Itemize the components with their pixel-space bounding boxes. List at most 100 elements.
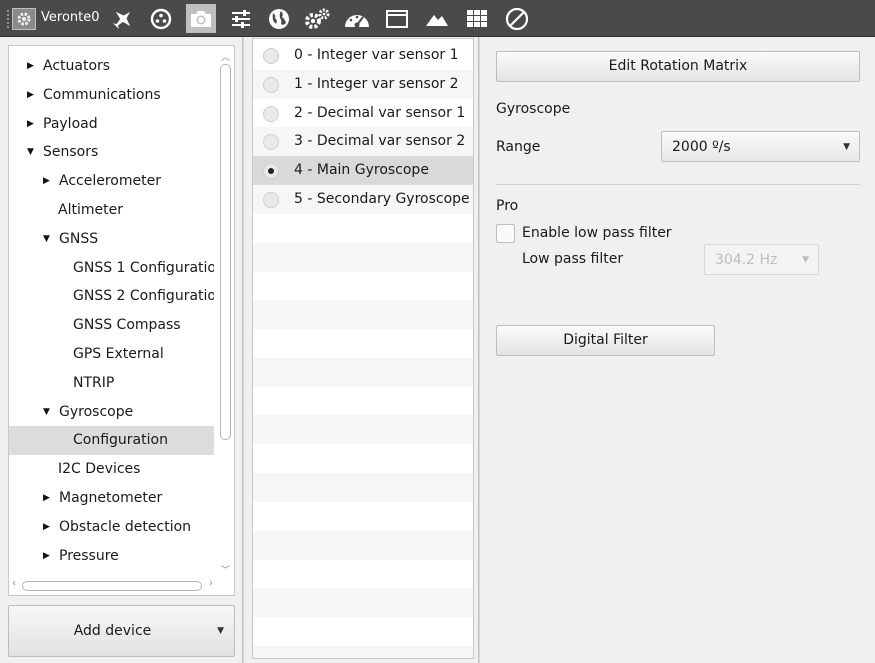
- tree-item-label: Actuators: [43, 58, 111, 74]
- tree-item[interactable]: Configuration: [9, 426, 214, 456]
- radio-button[interactable]: [263, 163, 279, 180]
- tree-item-label: GNSS Compass: [73, 317, 181, 334]
- digital-filter-button[interactable]: Digital Filter: [496, 325, 715, 356]
- tree-item[interactable]: ▼ Sensors: [9, 138, 214, 167]
- tree-item[interactable]: GNSS Compass: [9, 311, 214, 340]
- low-pass-filter-label: Low pass filter: [522, 251, 624, 267]
- pro-label: Pro: [496, 198, 519, 214]
- radio-button[interactable]: [263, 76, 279, 93]
- camera-icon[interactable]: [186, 4, 216, 33]
- tree-item[interactable]: GNSS 2 Configuration: [9, 282, 214, 311]
- empty-list-row: [253, 502, 473, 531]
- sensor-list-item[interactable]: 4 - Main Gyroscope: [253, 156, 473, 186]
- tree-item-label: GPS External: [73, 346, 164, 362]
- panel-splitter[interactable]: [478, 37, 480, 663]
- collapsed-arrow-icon[interactable]: ▶: [43, 542, 50, 571]
- sensor-list-item[interactable]: 0 - Integer var sensor 1: [253, 41, 473, 70]
- tree-item[interactable]: ▶ Payload: [9, 110, 214, 139]
- tree-item[interactable]: NTRIP: [9, 369, 214, 398]
- tree-item[interactable]: ▶ Obstacle detection: [9, 513, 214, 542]
- collapsed-arrow-icon[interactable]: ▶: [27, 110, 34, 139]
- tree-vertical-scrollbar[interactable]: ︿ ﹀: [218, 48, 233, 578]
- expanded-arrow-icon[interactable]: ▼: [43, 225, 50, 254]
- tree-item-label: Accelerometer: [59, 173, 161, 190]
- range-select[interactable]: 2000 º/s ▼: [661, 131, 860, 162]
- add-device-button[interactable]: Add device ▼: [8, 605, 235, 657]
- tree-item[interactable]: GNSS 1 Configuration: [9, 254, 214, 283]
- empty-list-row: [253, 214, 473, 243]
- enable-low-pass-label[interactable]: Enable low pass filter: [522, 225, 672, 241]
- empty-list-row: [253, 645, 473, 658]
- sensor-item-label: 2 - Decimal var sensor 1: [294, 104, 466, 121]
- sensor-list-item[interactable]: 3 - Decimal var sensor 2: [253, 127, 473, 157]
- tree-item-label: GNSS 1 Configuration: [73, 259, 214, 276]
- empty-list-row: [253, 271, 473, 300]
- radio-button[interactable]: [263, 105, 279, 122]
- range-value: 2000 º/s: [672, 139, 731, 155]
- tree-item-label: Obstacle detection: [59, 518, 192, 535]
- low-pass-filter-value: 304.2 Hz: [715, 252, 778, 268]
- terrain-icon[interactable]: [422, 4, 452, 33]
- tree-item-label: Pressure: [59, 547, 119, 564]
- panel-splitter[interactable]: [242, 37, 244, 663]
- tree-horizontal-scrollbar[interactable]: ‹ ›: [10, 578, 215, 594]
- scroll-up-icon[interactable]: ︿: [221, 50, 230, 63]
- radio-button[interactable]: [263, 192, 279, 208]
- globe-icon[interactable]: [264, 4, 294, 33]
- scrollbar-thumb[interactable]: [22, 581, 202, 591]
- enable-low-pass-checkbox[interactable]: [496, 224, 515, 243]
- tree-item[interactable]: ▶ Actuators: [9, 52, 214, 81]
- window-icon[interactable]: [382, 4, 412, 33]
- sensor-item-label: 4 - Main Gyroscope: [294, 162, 429, 179]
- forbidden-icon[interactable]: [502, 4, 532, 33]
- tree-item[interactable]: ▼ GNSS: [9, 225, 214, 254]
- chevron-down-icon[interactable]: ▼: [217, 626, 224, 636]
- scrollbar-thumb[interactable]: [220, 64, 231, 440]
- tree-item[interactable]: ▶ Communications: [9, 81, 214, 110]
- tree-item[interactable]: ▶ Accelerometer: [9, 167, 214, 196]
- device-name[interactable]: Veronte0: [41, 10, 100, 25]
- empty-list-row: [253, 530, 473, 560]
- joystick-icon[interactable]: [146, 4, 176, 33]
- empty-list-row: [253, 300, 473, 330]
- expanded-arrow-icon[interactable]: ▼: [43, 398, 50, 427]
- settings-gears-icon[interactable]: [302, 4, 332, 33]
- scroll-down-icon[interactable]: ﹀: [221, 563, 230, 576]
- divider: [496, 184, 860, 185]
- collapsed-arrow-icon[interactable]: ▶: [43, 484, 50, 513]
- tree-item[interactable]: ▼ Gyroscope: [9, 398, 214, 427]
- radio-button[interactable]: [263, 48, 279, 64]
- grid-icon[interactable]: [462, 4, 492, 33]
- device-tree-panel: ▶ Actuators ▶ Communications ▶ Payload ▼ Sensor…: [8, 45, 235, 596]
- sensor-list-item[interactable]: 2 - Decimal var sensor 1: [253, 99, 473, 128]
- chevron-down-icon: ▼: [843, 142, 850, 152]
- dashboard-gauge-icon[interactable]: [342, 4, 372, 33]
- tree-item[interactable]: I2C Devices: [9, 455, 214, 484]
- tree-item[interactable]: ▶ Magnetometer: [9, 484, 214, 513]
- range-label: Range: [496, 139, 541, 155]
- sliders-icon[interactable]: [226, 4, 256, 33]
- sensor-list-item[interactable]: 5 - Secondary Gyroscope: [253, 185, 473, 214]
- collapsed-arrow-icon[interactable]: ▶: [27, 81, 34, 110]
- low-pass-filter-select: 304.2 Hz ▼: [704, 244, 819, 275]
- scroll-right-icon[interactable]: ›: [209, 578, 213, 589]
- main-toolbar: Veronte0: [0, 0, 875, 37]
- collapsed-arrow-icon[interactable]: ▶: [43, 513, 50, 542]
- edit-rotation-matrix-button[interactable]: Edit Rotation Matrix: [496, 51, 860, 82]
- collapsed-arrow-icon[interactable]: ▶: [27, 52, 34, 81]
- tree-item[interactable]: GPS External: [9, 340, 214, 369]
- gear-icon[interactable]: [12, 8, 36, 30]
- tree-item[interactable]: Altimeter: [9, 196, 214, 225]
- sensor-list-item[interactable]: 1 - Integer var sensor 2: [253, 69, 473, 99]
- expanded-arrow-icon[interactable]: ▼: [27, 138, 34, 167]
- scroll-left-icon[interactable]: ‹: [12, 578, 16, 589]
- sensor-item-label: 3 - Decimal var sensor 2: [294, 133, 466, 150]
- tree-item[interactable]: ▶ Pressure: [9, 542, 214, 571]
- radio-button[interactable]: [263, 134, 279, 151]
- collapsed-arrow-icon[interactable]: ▶: [43, 167, 50, 196]
- sensor-list: 0 - Integer var sensor 1 1 - Integer var …: [252, 38, 474, 659]
- tree-item-label: GNSS 2 Configuration: [73, 288, 214, 305]
- airplane-icon[interactable]: [108, 4, 138, 33]
- toolbar-grip[interactable]: [6, 9, 10, 29]
- sensor-item-label: 0 - Integer var sensor 1: [294, 47, 459, 63]
